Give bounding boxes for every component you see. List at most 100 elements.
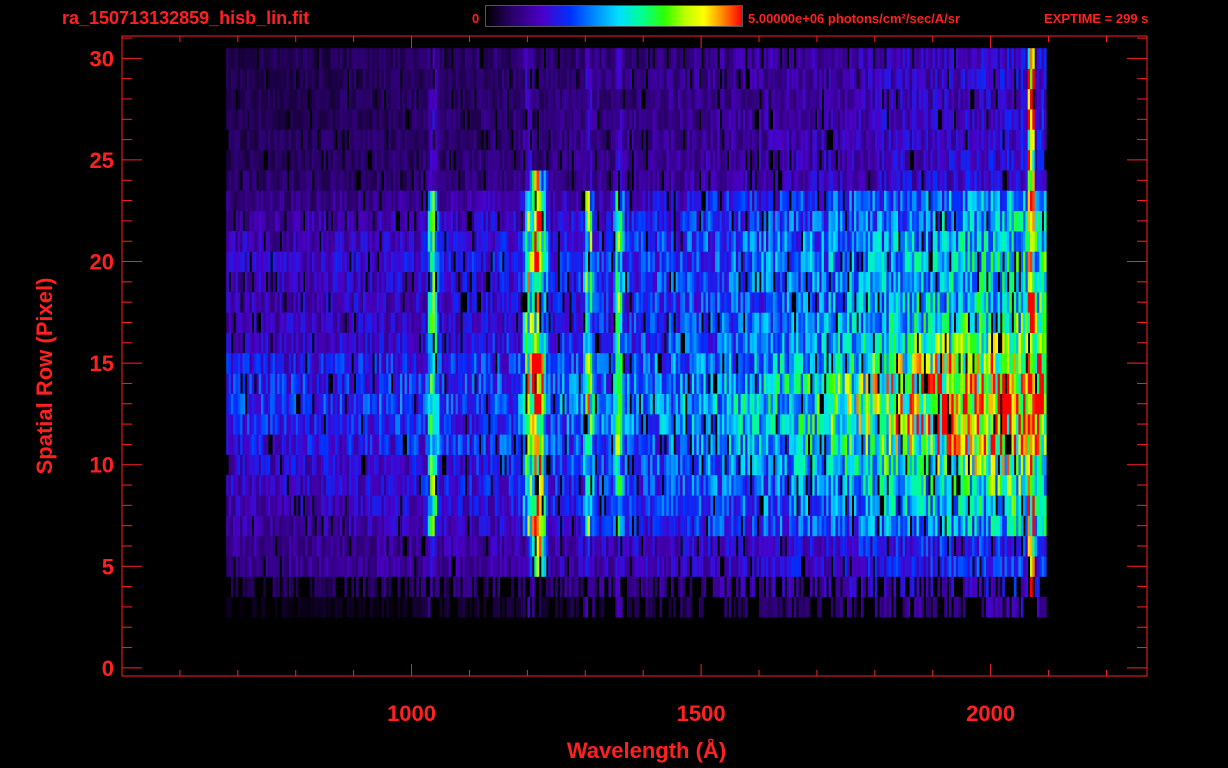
heatmap-cell	[351, 596, 354, 618]
heatmap-cell	[543, 515, 547, 537]
heatmap-cell	[367, 312, 371, 333]
heatmap-cell	[307, 312, 310, 333]
heatmap-cell	[367, 332, 371, 354]
heatmap-cell	[265, 515, 269, 537]
heatmap-cell	[930, 515, 934, 537]
heatmap-cell	[330, 413, 334, 435]
heatmap-cell	[816, 292, 820, 313]
heatmap-cell	[1018, 393, 1022, 415]
heatmap-cell	[274, 576, 278, 598]
heatmap-cell	[979, 292, 982, 313]
heatmap-cell	[1020, 474, 1024, 496]
heatmap-cell	[708, 515, 711, 537]
heatmap-cell	[816, 515, 820, 537]
heatmap-cell	[682, 434, 686, 455]
heatmap-cell	[710, 556, 714, 577]
heatmap-cell	[432, 413, 436, 435]
heatmap-cell	[657, 393, 660, 415]
heatmap-cell	[789, 495, 792, 516]
heatmap-cell	[726, 393, 730, 415]
heatmap-cell	[983, 474, 987, 496]
heatmap-cell	[559, 373, 563, 394]
heatmap-cell	[953, 474, 957, 496]
heatmap-cell	[397, 434, 401, 455]
heatmap-cell	[863, 515, 866, 537]
heatmap-cell	[441, 373, 445, 394]
heatmap-cell	[1011, 393, 1015, 415]
heatmap-cell	[735, 312, 739, 333]
heatmap-cell	[265, 312, 269, 333]
heatmap-cell	[698, 495, 702, 516]
heatmap-cell	[1034, 332, 1038, 354]
heatmap-cell	[1039, 535, 1042, 557]
heatmap-cell	[557, 556, 561, 577]
heatmap-cell	[724, 474, 727, 496]
heatmap-cell	[650, 434, 653, 455]
heatmap-cell	[272, 556, 276, 577]
heatmap-cell	[640, 556, 644, 577]
heatmap-cell	[404, 495, 408, 516]
heatmap-cell	[508, 474, 512, 496]
heatmap-cell	[860, 576, 864, 598]
heatmap-cell	[763, 393, 767, 415]
heatmap-cell	[499, 312, 503, 333]
heatmap-cell	[638, 495, 642, 516]
heatmap-cell	[645, 332, 649, 354]
heatmap-cell	[376, 454, 380, 476]
heatmap-cell	[274, 413, 278, 435]
heatmap-cell	[858, 413, 862, 435]
heatmap-cell	[939, 556, 943, 577]
heatmap-cell	[511, 413, 514, 435]
heatmap-cell	[555, 515, 558, 537]
heatmap-cell	[610, 312, 614, 333]
heatmap-cell	[508, 454, 512, 476]
heatmap-cell	[615, 495, 619, 516]
heatmap-cell	[367, 474, 371, 496]
heatmap-cell	[606, 474, 609, 496]
heatmap-cell	[545, 596, 549, 618]
heatmap-cell	[803, 454, 806, 476]
heatmap-cell	[835, 454, 839, 476]
heatmap-cell	[226, 474, 229, 496]
heatmap-cell	[457, 576, 461, 598]
heatmap-cell	[559, 353, 563, 374]
heatmap-cell	[397, 413, 401, 435]
heatmap-cell	[372, 495, 375, 516]
heatmap-cell	[265, 292, 269, 313]
heatmap-cell	[573, 353, 577, 374]
heatmap-cell	[965, 576, 968, 598]
heatmap-cell	[881, 515, 885, 537]
heatmap-cell	[694, 332, 697, 354]
heatmap-cell	[400, 312, 403, 333]
heatmap-cell	[390, 312, 394, 333]
heatmap-cell	[316, 413, 320, 435]
heatmap-cell	[613, 576, 616, 598]
heatmap-cell	[622, 474, 625, 496]
heatmap-cell	[918, 413, 922, 435]
heatmap-cell	[800, 495, 804, 516]
heatmap-cell	[893, 495, 897, 516]
heatmap-cell	[515, 373, 519, 394]
heatmap-cell	[766, 474, 769, 496]
heatmap-cell	[703, 474, 707, 496]
heatmap-cell	[362, 353, 366, 374]
heatmap-cell	[545, 312, 549, 333]
heatmap-cell	[687, 332, 690, 354]
heatmap-cell	[715, 576, 718, 598]
heatmap-cell	[437, 576, 440, 598]
heatmap-cell	[467, 556, 470, 577]
heatmap-cell	[344, 556, 348, 577]
heatmap-cell	[490, 332, 493, 354]
heatmap-cell	[921, 515, 924, 537]
heatmap-cell	[337, 312, 341, 333]
heatmap-cell	[620, 332, 623, 354]
heatmap-cell	[583, 454, 586, 476]
heatmap-cell	[844, 393, 848, 415]
heatmap-cell	[302, 474, 306, 496]
heatmap-cell	[483, 393, 487, 415]
heatmap-cell	[777, 373, 781, 394]
heatmap-cell	[893, 576, 897, 598]
heatmap-cell	[969, 353, 973, 374]
heatmap-cell	[962, 434, 966, 455]
heatmap-cell	[886, 596, 890, 618]
